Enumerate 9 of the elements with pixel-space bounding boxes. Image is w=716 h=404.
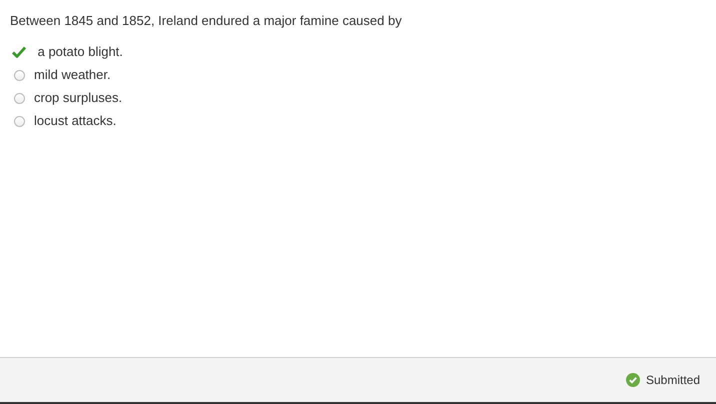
option-label: locust attacks.: [34, 112, 116, 130]
radio-button[interactable]: [14, 92, 24, 104]
radio-button[interactable]: [14, 116, 24, 126]
status-label: Submitted: [646, 373, 700, 387]
option-label: mild weather.: [34, 66, 111, 84]
radio-button[interactable]: [14, 70, 24, 80]
option-label: a potato blight.: [36, 43, 123, 61]
option-label: crop surpluses.: [34, 89, 122, 107]
question-text: Between 1845 and 1852, Ireland endured a major famine caused by: [10, 12, 403, 30]
